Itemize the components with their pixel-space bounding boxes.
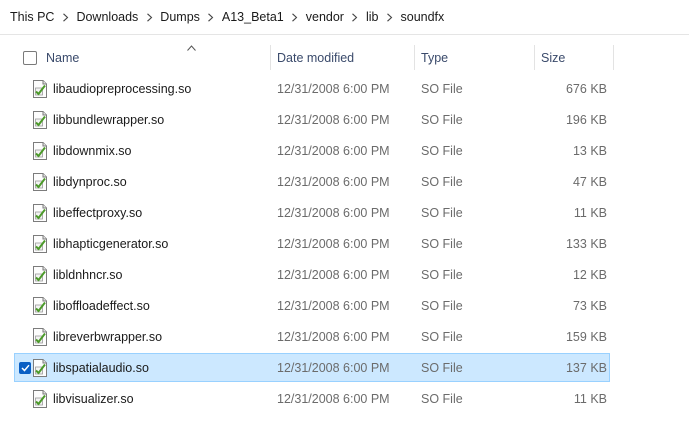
file-row[interactable]: libaudiopreprocessing.so 12/31/2008 6:00 … <box>14 74 610 103</box>
breadcrumb-item[interactable]: vendor <box>302 10 348 24</box>
file-name: liboffloadeffect.so <box>53 298 150 313</box>
file-date-modified: 12/31/2008 6:00 PM <box>277 329 390 344</box>
breadcrumb: This PC Downloads Dumps A13_Beta1 vendor lib s… <box>0 0 689 34</box>
column-header-type-label: Type <box>421 50 449 65</box>
breadcrumb-item[interactable]: This PC <box>6 10 58 24</box>
file-type: SO File <box>421 112 463 127</box>
file-size: 159 KB <box>565 329 607 344</box>
column-divider[interactable] <box>534 45 535 70</box>
file-type: SO File <box>421 143 463 158</box>
column-header-date[interactable]: Date modified <box>277 43 413 72</box>
file-name: libaudiopreprocessing.so <box>53 81 192 96</box>
breadcrumb-item[interactable]: soundfx <box>397 10 449 24</box>
breadcrumb-item[interactable]: A13_Beta1 <box>218 10 288 24</box>
file-type: SO File <box>421 205 463 220</box>
chevron-right-icon[interactable] <box>288 12 302 22</box>
breadcrumb-item[interactable]: Downloads <box>72 10 142 24</box>
column-header-name-label: Name <box>46 50 80 65</box>
so-file-icon <box>32 204 48 222</box>
file-size: 137 KB <box>565 360 607 375</box>
so-file-icon <box>32 235 48 253</box>
column-header-type[interactable]: Type <box>421 43 531 72</box>
chevron-right-icon[interactable] <box>383 12 397 22</box>
breadcrumb-item[interactable]: Dumps <box>156 10 204 24</box>
file-type: SO File <box>421 236 463 251</box>
breadcrumb-divider <box>0 34 689 35</box>
so-file-icon <box>32 328 48 346</box>
file-name: libreverbwrapper.so <box>53 329 163 344</box>
file-type: SO File <box>421 267 463 282</box>
column-header-name[interactable]: Name <box>46 43 270 72</box>
column-divider[interactable] <box>613 45 614 70</box>
file-row[interactable]: libhapticgenerator.so 12/31/2008 6:00 PM S… <box>14 229 610 258</box>
sort-ascending-icon <box>187 40 196 51</box>
file-date-modified: 12/31/2008 6:00 PM <box>277 112 390 127</box>
file-date-modified: 12/31/2008 6:00 PM <box>277 205 390 220</box>
file-row[interactable]: libreverbwrapper.so 12/31/2008 6:00 PM SO … <box>14 322 610 351</box>
file-type: SO File <box>421 298 463 313</box>
file-row[interactable]: liboffloadeffect.so 12/31/2008 6:00 PM SO … <box>14 291 610 320</box>
file-size: 11 KB <box>573 391 607 406</box>
breadcrumb-item[interactable]: lib <box>362 10 383 24</box>
file-date-modified: 12/31/2008 6:00 PM <box>277 391 390 406</box>
file-date-modified: 12/31/2008 6:00 PM <box>277 174 390 189</box>
so-file-icon <box>32 390 48 408</box>
file-size: 73 KB <box>572 298 607 313</box>
file-type: SO File <box>421 81 463 96</box>
file-row[interactable]: libbundlewrapper.so 12/31/2008 6:00 PM SO … <box>14 105 610 134</box>
file-type: SO File <box>421 360 463 375</box>
chevron-right-icon[interactable] <box>204 12 218 22</box>
file-date-modified: 12/31/2008 6:00 PM <box>277 143 390 158</box>
column-header-size-label: Size <box>541 50 566 65</box>
file-row[interactable]: libdynproc.so 12/31/2008 6:00 PM SO File 47… <box>14 167 610 196</box>
file-name: libdynproc.so <box>53 174 127 189</box>
so-file-icon <box>32 359 48 377</box>
so-file-icon <box>32 80 48 98</box>
file-size: 196 KB <box>565 112 607 127</box>
file-size: 12 KB <box>572 267 607 282</box>
file-type: SO File <box>421 329 463 344</box>
so-file-icon <box>32 142 48 160</box>
file-size: 11 KB <box>573 205 607 220</box>
so-file-icon <box>32 266 48 284</box>
file-row[interactable]: libdownmix.so 12/31/2008 6:00 PM SO File 13… <box>14 136 610 165</box>
file-row[interactable]: libeffectproxy.so 12/31/2008 6:00 PM SO Fi… <box>14 198 610 227</box>
file-row[interactable]: libspatialaudio.so 12/31/2008 6:00 PM SO F… <box>14 353 610 382</box>
file-row[interactable]: libvisualizer.so 12/31/2008 6:00 PM SO Fil… <box>14 384 610 413</box>
file-name: libvisualizer.so <box>53 391 134 406</box>
so-file-icon <box>32 173 48 191</box>
column-header-row: Name Date modified Type Size <box>0 43 689 72</box>
row-checkbox[interactable] <box>19 362 31 374</box>
file-date-modified: 12/31/2008 6:00 PM <box>277 81 390 96</box>
file-name: libeffectproxy.so <box>53 205 143 220</box>
file-name: libdownmix.so <box>53 143 132 158</box>
file-size: 676 KB <box>565 81 607 96</box>
column-divider[interactable] <box>414 45 415 70</box>
file-size: 133 KB <box>565 236 607 251</box>
file-type: SO File <box>421 391 463 406</box>
column-header-size[interactable]: Size <box>541 43 611 72</box>
file-date-modified: 12/31/2008 6:00 PM <box>277 267 390 282</box>
column-header-date-label: Date modified <box>277 50 355 65</box>
file-name: libspatialaudio.so <box>53 360 149 375</box>
file-type: SO File <box>421 174 463 189</box>
chevron-right-icon[interactable] <box>58 12 72 22</box>
file-name: libbundlewrapper.so <box>53 112 165 127</box>
file-date-modified: 12/31/2008 6:00 PM <box>277 360 390 375</box>
select-all-checkbox[interactable] <box>23 51 37 65</box>
file-size: 13 KB <box>572 143 607 158</box>
so-file-icon <box>32 111 48 129</box>
file-size: 47 KB <box>572 174 607 189</box>
file-date-modified: 12/31/2008 6:00 PM <box>277 298 390 313</box>
so-file-icon <box>32 297 48 315</box>
file-row[interactable]: libldnhncr.so 12/31/2008 6:00 PM SO File 12… <box>14 260 610 289</box>
file-name: libhapticgenerator.so <box>53 236 169 251</box>
chevron-right-icon[interactable] <box>348 12 362 22</box>
column-divider[interactable] <box>270 45 271 70</box>
file-name: libldnhncr.so <box>53 267 123 282</box>
file-date-modified: 12/31/2008 6:00 PM <box>277 236 390 251</box>
chevron-right-icon[interactable] <box>142 12 156 22</box>
